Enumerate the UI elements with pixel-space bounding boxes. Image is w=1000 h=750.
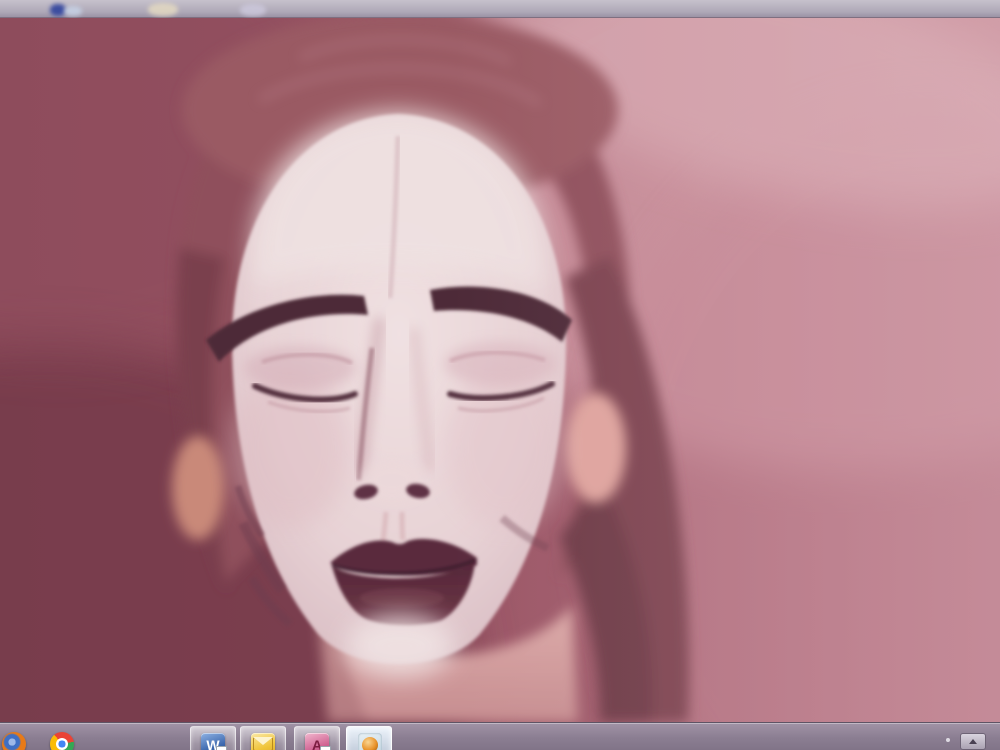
outlook-envelope-icon — [251, 733, 275, 750]
access-icon: A — [305, 733, 329, 750]
access-taskbar-button[interactable]: A — [294, 726, 340, 750]
word-taskbar-button[interactable]: W — [190, 726, 236, 750]
envelope-flap — [253, 737, 273, 745]
show-hidden-icons-button[interactable] — [960, 733, 986, 750]
word-letter: W — [206, 737, 219, 750]
tray-notification-dot — [946, 738, 950, 742]
desktop-screen: P X W A — [0, 0, 1000, 750]
window-edge-smudge — [240, 4, 266, 16]
firefox-taskbar-icon[interactable] — [2, 732, 26, 750]
taskbar: P X W A — [0, 722, 1000, 750]
chrome-taskbar-icon[interactable] — [50, 732, 74, 750]
background-window-edge[interactable] — [0, 0, 1000, 18]
chevron-up-icon — [969, 739, 977, 744]
window-favicon-glare — [64, 6, 82, 16]
access-letter: A — [312, 737, 322, 750]
video-portrait-art — [0, 18, 1000, 722]
video-frame[interactable] — [0, 18, 1000, 722]
pink-haze-overlay — [0, 18, 1000, 722]
media-player-taskbar-button[interactable] — [346, 726, 392, 750]
media-player-icon — [358, 733, 382, 750]
window-edge-smudge — [148, 3, 178, 16]
outlook-taskbar-button[interactable] — [240, 726, 286, 750]
word-icon: W — [201, 733, 225, 750]
